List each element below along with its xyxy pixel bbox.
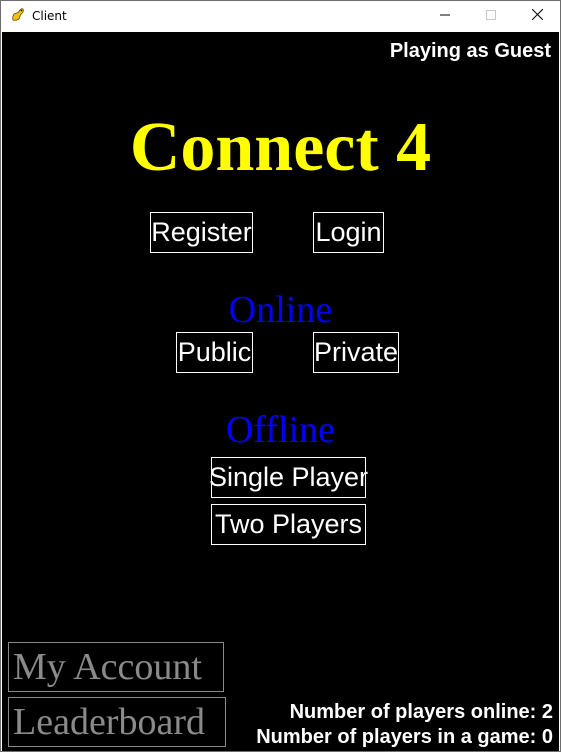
private-button[interactable]: Private xyxy=(313,332,399,373)
close-button[interactable] xyxy=(514,1,560,31)
minimize-button[interactable] xyxy=(422,1,468,31)
players-online-count: Number of players online: 2 xyxy=(289,701,553,723)
game-title: Connect 4 xyxy=(129,109,432,186)
players-in-game-count: Number of players in a game: 0 xyxy=(256,726,553,748)
player-status: Playing as Guest xyxy=(389,40,551,62)
close-icon xyxy=(531,7,543,25)
login-button[interactable]: Login xyxy=(313,212,384,253)
single-player-button[interactable]: Single Player xyxy=(209,457,368,498)
maximize-icon xyxy=(486,7,496,25)
register-button[interactable]: Register xyxy=(150,212,253,253)
client-window: Client Playing as Guest Connect 4 Regist… xyxy=(0,0,561,752)
game-canvas: Playing as Guest Connect 4 Register Logi… xyxy=(2,32,559,751)
leaderboard-button[interactable]: Leaderboard xyxy=(8,697,226,747)
two-players-button[interactable]: Two Players xyxy=(211,504,366,545)
title-bar[interactable]: Client xyxy=(1,1,560,31)
window-title: Client xyxy=(32,9,67,23)
public-button[interactable]: Public xyxy=(176,332,253,373)
my-account-button[interactable]: My Account xyxy=(8,642,224,692)
minimize-icon xyxy=(440,7,450,25)
maximize-button[interactable] xyxy=(468,1,514,31)
pygame-snake-icon xyxy=(10,7,26,23)
online-heading: Online xyxy=(228,289,333,331)
offline-heading: Offline xyxy=(225,409,336,451)
